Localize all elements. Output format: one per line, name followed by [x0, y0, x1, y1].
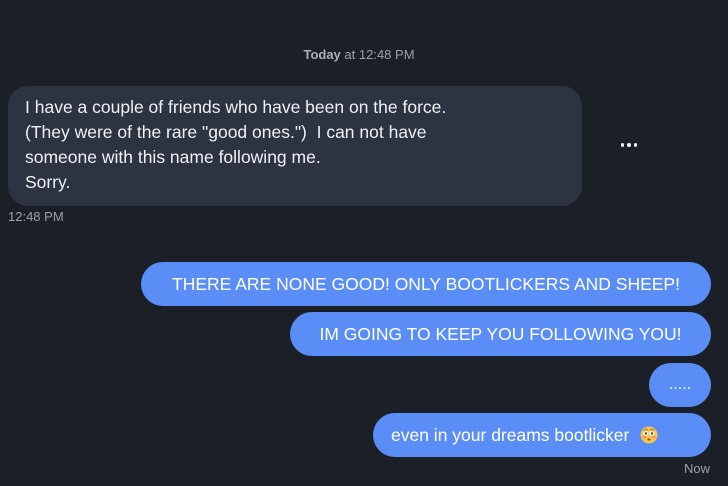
outgoing-message-time: Now	[683, 461, 710, 476]
outgoing-message-text: IM GOING TO KEEP YOU FOLLOWING YOU!	[319, 324, 682, 344]
incoming-message-line: someone with this name following me.	[25, 147, 321, 167]
incoming-message-line: I have a couple of friends who have been…	[25, 97, 447, 117]
incoming-message-line: (They were of the rare "good ones.") I c…	[25, 122, 427, 142]
incoming-message-bubble[interactable]: I have a couple of friends who have been…	[8, 86, 582, 206]
thread-day-label: Today	[303, 47, 341, 62]
message-thread: Today at 12:48 PM I have a couple of fri…	[0, 0, 728, 486]
more-dot	[633, 143, 638, 147]
outgoing-message-text: THERE ARE NONE GOOD! ONLY BOOTLICKERS AN…	[172, 274, 680, 294]
incoming-message-line: Sorry.	[25, 172, 71, 192]
thread-time-label: at 12:48 PM	[344, 47, 415, 62]
outgoing-message-bubble[interactable]: THERE ARE NONE GOOD! ONLY BOOTLICKERS AN…	[141, 262, 711, 306]
outgoing-message-bubble[interactable]: even in your dreams bootlicker	[373, 413, 711, 457]
more-dot	[620, 143, 625, 147]
more-horizontal-icon[interactable]	[616, 134, 642, 156]
outgoing-message-text: .....	[668, 376, 692, 393]
thread-timestamp: Today at 12:48 PM	[0, 47, 718, 62]
incoming-message-time: 12:48 PM	[8, 209, 64, 224]
outgoing-message-text: even in your dreams bootlicker	[391, 425, 630, 445]
more-dot	[627, 143, 631, 147]
outgoing-message-bubble[interactable]: .....	[649, 363, 711, 407]
flushed-face-emoji-icon	[640, 426, 658, 444]
outgoing-message-bubble[interactable]: IM GOING TO KEEP YOU FOLLOWING YOU!	[290, 312, 711, 356]
